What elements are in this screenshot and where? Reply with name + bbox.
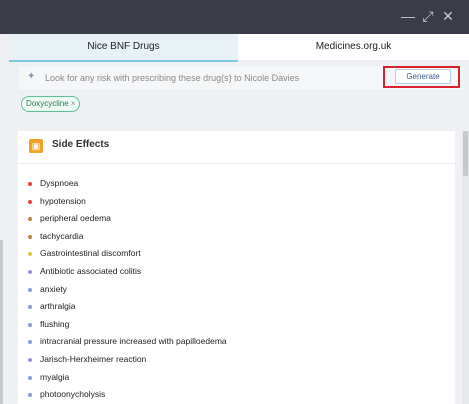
panel-scrollbar[interactable] — [462, 131, 469, 404]
panel-title: Side Effects — [52, 139, 110, 150]
severity-dot — [28, 340, 32, 345]
window-titlebar: — ⤢ ✕ — [0, 0, 469, 34]
list-item: Dyspnoea — [28, 175, 227, 193]
drug-chip-doxycycline[interactable]: Doxycycline × — [21, 96, 81, 112]
close-icon[interactable]: ✕ — [440, 8, 456, 24]
sparkle-icon: ✦ — [27, 71, 36, 82]
severity-dot — [28, 375, 32, 380]
severity-dot — [28, 269, 32, 274]
severity-dot — [28, 393, 32, 398]
restore-icon[interactable]: ⤢ — [420, 8, 436, 24]
list-item: anxiety — [28, 281, 227, 299]
chip-remove-icon[interactable]: × — [71, 99, 76, 108]
scrollbar-thumb[interactable] — [463, 131, 468, 176]
drug-chip-label: Doxycycline — [26, 99, 69, 108]
list-item: Antibiotic associated colitis — [28, 263, 227, 281]
side-effects-list: Dyspnoea hypotension peripheral oedema t… — [28, 175, 227, 404]
risk-query-input[interactable] — [45, 69, 375, 87]
generate-button[interactable]: Generate — [395, 69, 451, 84]
list-item: myalgia — [28, 369, 227, 387]
list-item: arthralgia — [28, 298, 227, 316]
severity-dot — [28, 305, 32, 310]
severity-dot — [28, 322, 32, 327]
side-effects-icon: ▣ — [29, 139, 43, 153]
severity-dot — [28, 252, 32, 257]
severity-dot — [28, 182, 32, 186]
list-item: intracranial pressure increased with pap… — [28, 333, 227, 351]
list-item: hypotension — [28, 193, 227, 211]
severity-dot — [28, 287, 32, 292]
left-edge-divider — [0, 240, 3, 404]
minimize-icon[interactable]: — — [400, 8, 416, 24]
list-item: tachycardia — [28, 228, 227, 246]
severity-dot — [28, 199, 32, 204]
side-effects-panel: ▣ Side Effects Dyspnoea hypotension peri… — [18, 131, 455, 404]
tab-nice-bnf-drugs[interactable]: Nice BNF Drugs — [9, 34, 238, 62]
list-item: Gastrointestinal discomfort — [28, 245, 227, 263]
list-item: photoonycholysis — [28, 386, 227, 404]
list-item: flushing — [28, 316, 227, 334]
severity-dot — [28, 234, 32, 239]
severity-dot — [28, 357, 32, 362]
source-tabs: Nice BNF Drugs Medicines.org.uk — [9, 34, 469, 62]
tab-medicines-org-uk[interactable]: Medicines.org.uk — [238, 34, 469, 60]
list-item: peripheral oedema — [28, 210, 227, 228]
panel-header: ▣ Side Effects — [18, 131, 455, 164]
list-item: Jarisch-Herxheimer reaction — [28, 351, 227, 369]
severity-dot — [28, 217, 32, 222]
